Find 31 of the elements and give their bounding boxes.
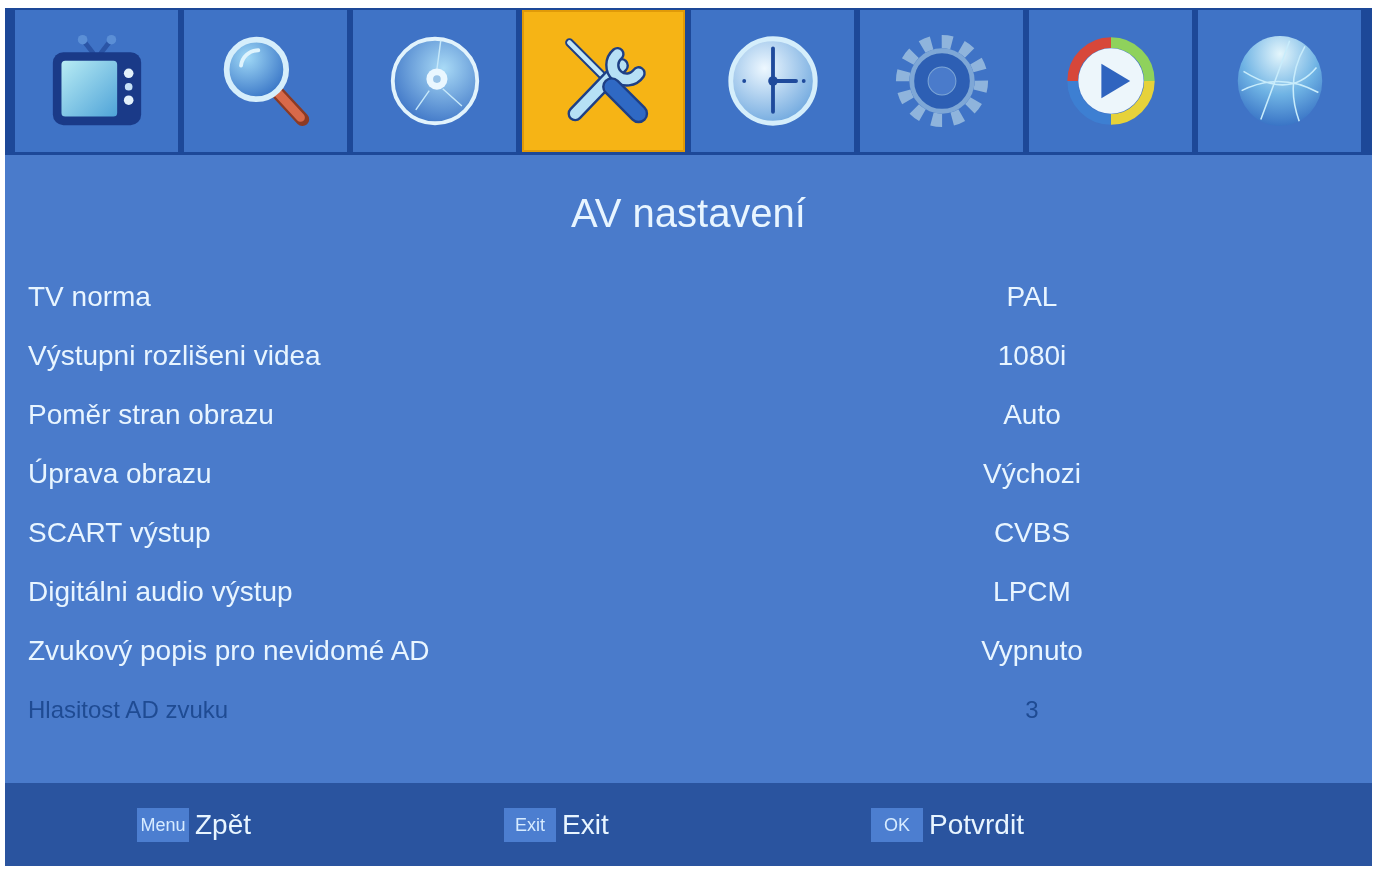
remote-key-label: Exit [504,807,556,842]
setting-value[interactable]: Výchozi [882,457,1182,490]
setting-value[interactable]: CVBS [882,516,1182,549]
setting-label: TV norma [27,280,152,313]
setting-value[interactable]: Vypnuto [882,634,1182,667]
key-action-label: Exit [562,808,609,841]
setting-label: Poměr stran obrazu [27,398,275,431]
menu-tab[interactable] [691,10,854,152]
remote-key-label: OK [871,807,923,842]
setting-label: Úprava obrazu [27,457,213,490]
menu-tab[interactable] [353,10,516,152]
setting-label: Digitálni audio výstup [27,575,294,608]
setting-label: Hlasitost AD zvuku [27,695,230,724]
setting-label: Výstupni rozlišeni videa [27,339,322,372]
remote-key-label: Menu [137,807,189,842]
setting-label: SCART výstup [27,516,212,549]
menu-tab[interactable] [15,10,178,152]
menu-tab[interactable] [522,10,685,152]
gear-icon [893,33,990,129]
setting-value[interactable]: Auto [882,398,1182,431]
setting-value[interactable]: LPCM [882,575,1182,608]
key-action-label: Potvrdit [929,808,1024,841]
menu-tab[interactable] [184,10,347,152]
setting-value[interactable]: PAL [882,280,1182,313]
key-action-label: Zpět [195,808,252,841]
menu-tab[interactable] [1198,10,1361,152]
screen-title: AV nastavení [570,190,807,237]
setting-value[interactable]: 1080i [882,339,1182,372]
menu-tab[interactable] [1029,10,1192,152]
setting-label: Zvukový popis pro nevidomé AD [27,634,431,667]
setting-value: 3 [1024,695,1040,724]
